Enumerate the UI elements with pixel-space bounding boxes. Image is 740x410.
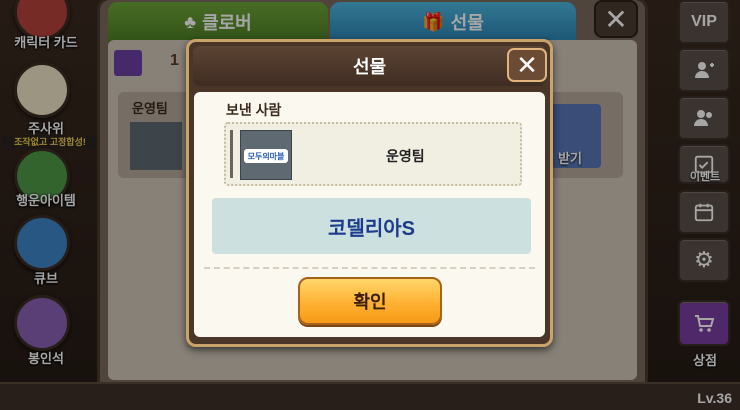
modal-title: 선물 [352,57,387,77]
modal-close-button[interactable]: ✕ [507,48,547,82]
sender-name: 운영팀 [386,148,425,164]
confirm-button[interactable]: 확인 [298,277,442,325]
recipient-box: 코델리아S [212,198,531,254]
sender-logo-text: 모두의마블 [244,149,288,163]
confirm-label: 확인 [353,292,387,312]
sender-label: 보낸 사람 [226,102,282,118]
divider [204,267,535,269]
modal-body: 보낸 사람 모두의마블 운영팀 코델리아S 확인 [194,92,545,337]
sender-card: 모두의마블 운영팀 [224,122,522,186]
sender-card-bar [230,130,233,178]
gift-detail-modal: 선물 ✕ 보낸 사람 모두의마블 운영팀 코델리아S 확인 [186,39,553,347]
sender-logo: 모두의마블 [240,130,292,180]
modal-header: 선물 [193,46,546,86]
close-icon: ✕ [516,50,538,80]
recipient-name: 코델리아S [328,217,415,240]
